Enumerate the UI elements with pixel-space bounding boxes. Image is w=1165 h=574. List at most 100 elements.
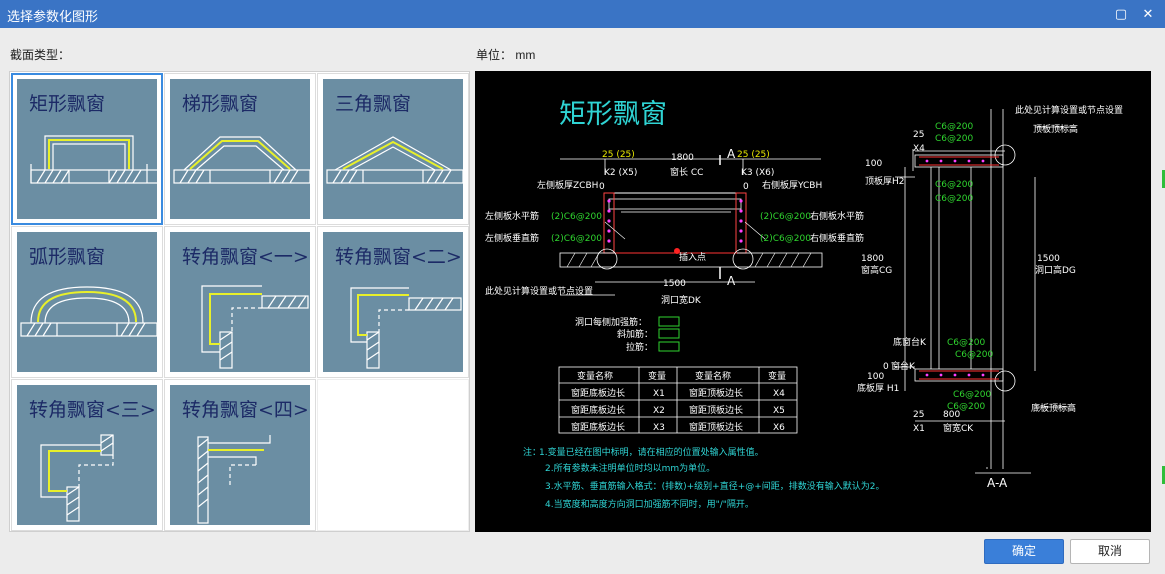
- label-right-horizontal-rebar: 右侧板水平筋: [810, 210, 864, 222]
- dim-100-top: 100: [865, 159, 882, 169]
- tile-corner-bay-window-4[interactable]: 转角飘窗<四>: [164, 379, 316, 531]
- maximize-icon[interactable]: ▢: [1111, 4, 1131, 24]
- section-view: [895, 109, 1075, 469]
- table-cell: X5: [773, 406, 785, 416]
- dim-0-right: 0: [743, 182, 749, 192]
- corner-window-icon: [40, 434, 114, 522]
- preview-title: 矩形飘窗: [559, 99, 667, 130]
- tie-rebar-input[interactable]: [658, 341, 680, 352]
- label-opening-height: 洞口高DG: [1035, 264, 1076, 276]
- dim-right-25: 25 (25): [737, 150, 770, 160]
- value-right-horizontal-rebar: (2)C6@200: [760, 212, 811, 222]
- empty-cell: [317, 379, 469, 531]
- corner-window-icon: [350, 287, 462, 369]
- table-cell: 窗距顶板边长: [689, 421, 743, 433]
- table-cell: 窗距底板边长: [571, 387, 625, 399]
- rebar-label: C6@200: [935, 180, 973, 190]
- close-icon[interactable]: ✕: [1138, 4, 1158, 24]
- table-header: 变量: [768, 370, 786, 382]
- label-diagonal-rebar: 斜加筋：: [617, 328, 653, 340]
- section-mark-a: A: [727, 147, 736, 161]
- table-header: 变量: [648, 370, 666, 382]
- label-k3x6: K3 (X6): [741, 168, 774, 178]
- dim-100-bottom: 100: [867, 372, 884, 382]
- section-type-label: 截面类型：: [10, 48, 71, 62]
- label-right-vertical-rebar: 右侧板垂直筋: [810, 232, 864, 244]
- arc-window-icon: [20, 286, 157, 337]
- corner-window-icon: [201, 285, 309, 369]
- preview-panel: 矩形飘窗 A A 25 (25) 1800 25 (25) K2 (X5) 窗长…: [475, 71, 1151, 532]
- label-bottom-sill: 底窗台K: [893, 336, 927, 348]
- tile-trapezoid-bay-window[interactable]: 梯形飘窗: [164, 73, 316, 225]
- section-calc-note: 此处见计算设置或节点设置: [1015, 104, 1123, 116]
- label-insert-point: 插入点: [679, 251, 706, 263]
- trapezoid-window-icon: [173, 136, 310, 184]
- cancel-button[interactable]: 取消: [1070, 539, 1150, 564]
- dim-1500-section: 1500: [1037, 254, 1060, 264]
- tile-thumbnail: 转角飘窗<二>: [323, 232, 463, 372]
- tile-arc-bay-window[interactable]: 弧形飘窗: [11, 226, 163, 378]
- tile-corner-bay-window-3[interactable]: 转角飘窗<三>: [11, 379, 163, 531]
- note-line: 2.所有参数未注明单位时均以mm为单位。: [545, 462, 715, 474]
- dim-25-top: 25: [913, 130, 924, 140]
- label-sill: 窗台K: [891, 360, 916, 372]
- note-line: 3.水平筋、垂直筋输入格式：(排数)+级别+直径+@+间距，排数没有输入默认为2…: [545, 480, 885, 492]
- label-left-vertical-rebar: 左侧板垂直筋: [485, 232, 539, 244]
- unit-label: 单位： mm: [476, 48, 536, 62]
- label-window-height: 窗高CG: [861, 264, 892, 276]
- label-top-thickness: 顶板厚H2: [865, 175, 905, 187]
- label-left-thickness: 左侧板厚ZCBH: [537, 179, 598, 191]
- tile-thumbnail: 转角飘窗<一>: [170, 232, 310, 372]
- rect-window-icon: [30, 135, 157, 184]
- opening-rebar-input[interactable]: [658, 316, 680, 327]
- label-bottom-thickness: 底板厚 H1: [857, 382, 899, 394]
- label-window-width: 窗宽CK: [943, 422, 974, 434]
- dim-1500-plan: 1500: [663, 279, 686, 289]
- label-right-thickness: 右侧板厚YCBH: [762, 179, 822, 191]
- diagonal-rebar-input[interactable]: [658, 328, 680, 339]
- tile-thumbnail: 三角飘窗: [323, 79, 463, 219]
- label-x4: X4: [913, 144, 925, 154]
- tile-corner-bay-window-2[interactable]: 转角飘窗<二>: [317, 226, 469, 378]
- tile-rect-bay-window[interactable]: 矩形飘窗: [11, 73, 163, 225]
- rebar-label: C6@200: [935, 194, 973, 204]
- dim-800: 800: [943, 410, 960, 420]
- rebar-label: C6@200: [947, 338, 985, 348]
- tile-corner-bay-window-1[interactable]: 转角飘窗<一>: [164, 226, 316, 378]
- table-cell: X1: [653, 389, 665, 399]
- note-line: 4.当宽度和高度方向洞口加强筋不同时，用"/"隔开。: [545, 498, 754, 510]
- dim-1800-section: 1800: [861, 254, 884, 264]
- table-cell: 窗距顶板边长: [689, 404, 743, 416]
- tile-thumbnail: 转角飘窗<三>: [17, 385, 157, 525]
- rebar-label: C6@200: [935, 134, 973, 144]
- table-cell: X2: [653, 406, 665, 416]
- section-cut-label: A-A: [987, 476, 1008, 490]
- dim-0-section: 0: [883, 362, 889, 372]
- dim-0-left: 0: [599, 182, 605, 192]
- tile-thumbnail: 矩形飘窗: [17, 79, 157, 219]
- label-window-length: 窗长 CC: [670, 166, 703, 178]
- table-cell: X3: [653, 423, 665, 433]
- tile-thumbnail: 弧形飘窗: [17, 232, 157, 372]
- tile-triangle-bay-window[interactable]: 三角飘窗: [317, 73, 469, 225]
- window-title: 选择参数化图形: [7, 9, 99, 24]
- label-tie-rebar: 拉筋：: [626, 341, 653, 353]
- value-right-vertical-rebar: (2)C6@200: [760, 234, 811, 244]
- section-mark-a-bottom: A: [727, 274, 736, 288]
- value-left-horizontal-rebar: (2)C6@200: [551, 212, 602, 222]
- table-cell: 窗距顶板边长: [689, 387, 743, 399]
- ok-button[interactable]: 确定: [984, 539, 1064, 564]
- table-cell: X6: [773, 423, 785, 433]
- label-opening-width: 洞口宽DK: [661, 294, 702, 306]
- label-top-plate-elevation: 顶板顶标高: [1033, 123, 1078, 135]
- note-line: 1.变量已经在图中标明，请在相应的位置处输入属性值。: [539, 446, 764, 458]
- corner-window-icon: [197, 435, 271, 524]
- label-opening-rebar: 洞口每侧加强筋：: [575, 316, 647, 328]
- label-left-horizontal-rebar: 左侧板水平筋: [485, 210, 539, 222]
- rebar-label: C6@200: [955, 350, 993, 360]
- table-header: 变量名称: [577, 370, 613, 382]
- section-type-gallery: 矩形飘窗 梯形飘窗 三角飘窗 弧形飘窗 转角飘窗<一> 转角飘窗<二> 转角飘窗…: [9, 71, 470, 532]
- preview-drawing: 矩形飘窗 A A 25 (25) 1800 25 (25) K2 (X5) 窗长…: [485, 99, 1123, 510]
- table-cell: 窗距底板边长: [571, 421, 625, 433]
- table-cell: X4: [773, 389, 785, 399]
